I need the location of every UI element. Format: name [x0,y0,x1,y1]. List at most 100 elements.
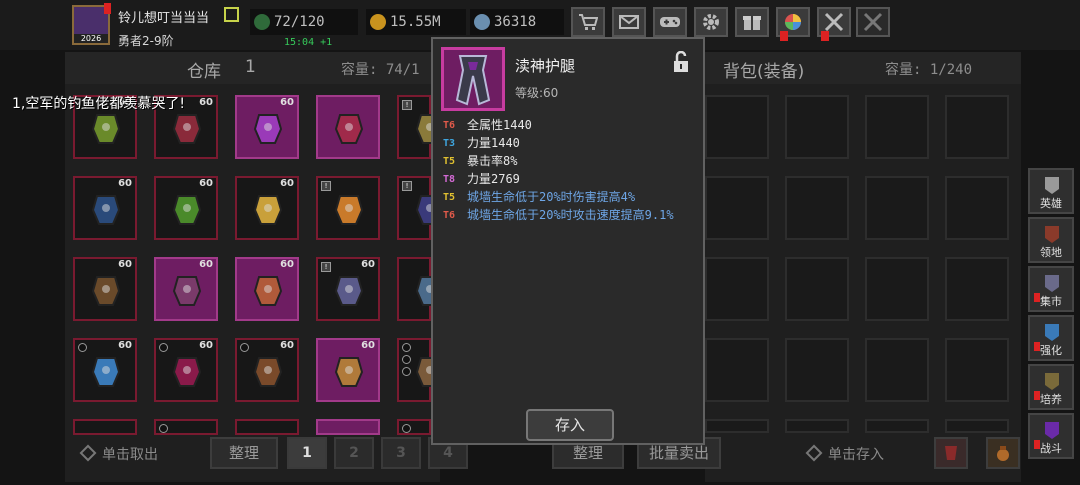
mail-button[interactable] [612,7,646,37]
side-nav-battle-portal[interactable]: 战斗 [1028,413,1074,459]
selection-radio[interactable] [402,367,411,376]
warehouse-slot[interactable]: 60 [235,176,299,240]
gem-value: 36318 [494,14,537,30]
warehouse-slot[interactable]: ! [397,176,445,240]
warehouse-slot[interactable] [73,419,137,435]
warehouse-page-tab-3[interactable]: 3 [381,437,421,469]
selection-radio[interactable] [159,424,168,433]
backpack-slot[interactable] [945,338,1009,402]
edit-name-icon[interactable] [224,7,239,22]
item-stack-count: 60 [199,259,213,270]
boots-icon [170,111,204,145]
backpack-slot[interactable] [865,338,929,402]
warehouse-slot[interactable] [235,419,299,435]
backpack-slot[interactable] [945,419,1009,433]
backpack-slot[interactable] [705,338,769,402]
leg-armor-icon [332,273,366,307]
warehouse-slot[interactable]: 60 [154,257,218,321]
item-attribute-row: T6 城墙生命低于20%时攻击速度提高9.1% [443,207,699,225]
side-nav-territory-castle[interactable]: 领地 [1028,217,1074,263]
selection-radio[interactable] [240,343,249,352]
selection-radio[interactable] [402,355,411,364]
backpack-slot[interactable] [785,419,849,433]
warehouse-slot[interactable] [316,419,380,435]
side-nav-hero-helmet[interactable]: 英雄 [1028,168,1074,214]
player-avatar[interactable]: 2026 [72,3,111,45]
item-stack-count: 60 [280,97,294,108]
warehouse-slot[interactable]: 60 [235,257,299,321]
gift-button[interactable] [735,7,769,37]
item-tooltip: 渎神护腿 等级:60 T6 全属性1440 T3 力量1440 T5 暴击率8% T8 力量2… [431,37,705,445]
warehouse-page-tab-1[interactable]: 1 [287,437,327,469]
gem-counter: 36318 [470,9,564,35]
warehouse-slot[interactable]: ! [316,176,380,240]
warehouse-slot[interactable]: 60 [73,338,137,402]
warehouse-slot[interactable] [154,419,218,435]
battle-alert-button[interactable] [817,7,851,41]
glove-icon [89,273,123,307]
backpack-slot[interactable] [865,176,929,240]
backpack-slot[interactable] [785,338,849,402]
settings-button[interactable] [694,7,728,37]
attribute-tier: T8 [443,174,456,185]
sort-warehouse-button[interactable]: 整理 [210,437,278,469]
warehouse-slot[interactable]: 60 [154,176,218,240]
selection-radio[interactable] [78,343,87,352]
lucky-wheel-button[interactable] [776,7,810,41]
backpack-slot[interactable] [865,419,929,433]
gem-icon [474,14,490,30]
warehouse-slot[interactable]: ! [397,95,445,159]
alert-badge [780,31,788,41]
backpack-slot[interactable] [865,95,929,159]
enhance-crystal-icon [1042,320,1062,342]
selection-radio[interactable] [402,343,411,352]
warehouse-slot[interactable]: 60! [316,257,380,321]
attribute-text: 暴击率8% [467,154,518,168]
stamina-counter: 72/120 [250,9,358,35]
equipment-quick-button[interactable] [934,437,968,469]
warehouse-page-tab-2[interactable]: 2 [334,437,374,469]
unlock-icon[interactable] [673,51,689,73]
warehouse-slot[interactable]: 60 [235,95,299,159]
new-item-marker-icon: ! [402,100,412,110]
bag-quick-button[interactable] [986,437,1020,469]
attribute-text: 城墙生命低于20%时攻击速度提高9.1% [467,208,674,222]
shop-cart-button[interactable] [571,7,605,37]
warehouse-slot[interactable] [397,338,445,402]
warehouse-slot[interactable]: 60 [73,176,137,240]
selection-radio[interactable] [159,343,168,352]
new-item-marker-icon: ! [402,181,412,191]
side-nav-cultivate-altar[interactable]: 培养 [1028,364,1074,410]
backpack-slot[interactable] [705,95,769,159]
side-nav-enhance-crystal[interactable]: 强化 [1028,315,1074,361]
side-nav-market-stall[interactable]: 集市 [1028,266,1074,312]
backpack-slot[interactable] [945,95,1009,159]
backpack-capacity: 容量: 1/240 [885,62,973,78]
backpack-slot[interactable] [945,257,1009,321]
backpack-slot[interactable] [785,176,849,240]
cape-icon [251,111,285,145]
backpack-slot[interactable] [705,176,769,240]
backpack-slot[interactable] [785,257,849,321]
item-stack-count: 60 [280,259,294,270]
crossed-swords-icon [863,12,883,32]
warehouse-slot[interactable] [397,419,431,435]
warehouse-slot[interactable]: 60 [73,257,137,321]
warehouse-slot[interactable] [397,257,445,321]
backpack-slot[interactable] [705,257,769,321]
selection-radio[interactable] [402,424,411,433]
warehouse-slot[interactable] [316,95,380,159]
warehouse-slot[interactable]: 60 [316,338,380,402]
warehouse-slot[interactable]: 60 [154,338,218,402]
swords-disabled-button[interactable] [856,7,890,37]
gamepad-button[interactable] [653,7,687,37]
side-nav-label: 集市 [1040,295,1062,308]
backpack-slot[interactable] [865,257,929,321]
backpack-slot[interactable] [785,95,849,159]
gift-icon [743,16,761,30]
backpack-slot[interactable] [945,176,1009,240]
warehouse-slot[interactable]: 60 [235,338,299,402]
backpack-slot[interactable] [705,419,769,433]
deposit-button[interactable]: 存入 [526,409,614,441]
new-item-marker-icon: ! [321,262,331,272]
